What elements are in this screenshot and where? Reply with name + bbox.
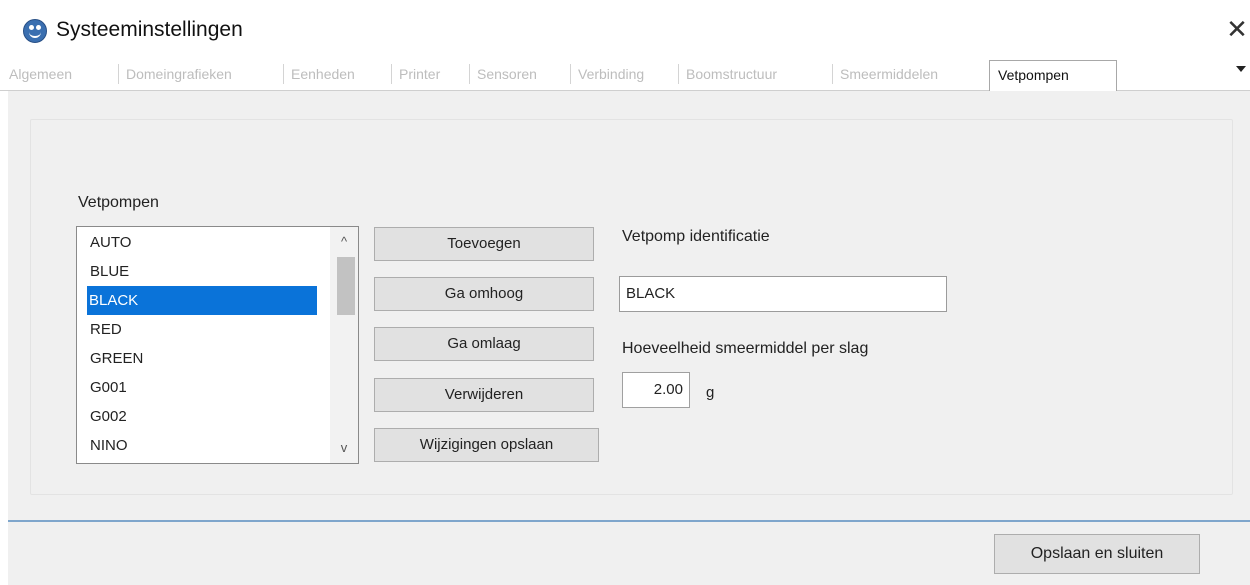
scroll-down-icon[interactable]: v [330, 435, 358, 461]
save-changes-button[interactable]: Wijzigingen opslaan [374, 428, 599, 462]
tab-overflow-dropdown-icon[interactable] [1236, 66, 1246, 72]
amount-input[interactable]: 2.00 [622, 372, 690, 408]
tab-eenheden[interactable]: Eenheden [289, 61, 357, 87]
tab-separator [391, 64, 392, 84]
delete-button[interactable]: Verwijderen [374, 378, 594, 412]
tab-vetpompen[interactable]: Vetpompen [989, 60, 1117, 91]
list-item[interactable]: RED [88, 315, 318, 344]
vetpompen-listbox[interactable]: AUTO BLUE BLACK RED GREEN G001 G002 NINO… [76, 226, 359, 464]
tab-domeingrafieken[interactable]: Domeingrafieken [124, 61, 234, 87]
amount-unit: g [706, 384, 715, 401]
id-input[interactable]: BLACK [619, 276, 947, 312]
tab-separator [832, 64, 833, 84]
tab-boomstructuur[interactable]: Boomstructuur [684, 61, 779, 87]
add-button[interactable]: Toevoegen [374, 227, 594, 261]
tab-sensoren[interactable]: Sensoren [475, 61, 539, 87]
scroll-up-icon[interactable]: ^ [330, 229, 358, 255]
app-logo-icon [23, 19, 47, 43]
list-item[interactable]: G002 [88, 402, 318, 431]
list-item[interactable]: AUTO [88, 228, 318, 257]
tab-separator [678, 64, 679, 84]
close-button[interactable]: ✕ [1224, 14, 1250, 44]
move-down-button[interactable]: Ga omlaag [374, 327, 594, 361]
tab-verbinding[interactable]: Verbinding [576, 61, 646, 87]
move-up-button[interactable]: Ga omhoog [374, 277, 594, 311]
list-item[interactable]: G001 [88, 373, 318, 402]
title-bar: Systeeminstellingen ✕ [0, 0, 1250, 60]
vetpompen-list-label: Vetpompen [78, 194, 159, 211]
list-item[interactable]: GREEN [88, 344, 318, 373]
list-item-selected[interactable]: BLACK [87, 286, 317, 315]
list-item[interactable]: BLUE [88, 257, 318, 286]
tab-separator [118, 64, 119, 84]
tab-smeermiddelen[interactable]: Smeermiddelen [838, 61, 940, 87]
tab-separator [570, 64, 571, 84]
window-title: Systeeminstellingen [56, 18, 243, 41]
amount-label: Hoeveelheid smeermiddel per slag [622, 340, 869, 357]
id-label: Vetpomp identificatie [622, 228, 770, 245]
save-and-close-button[interactable]: Opslaan en sluiten [994, 534, 1200, 574]
scroll-thumb[interactable] [337, 257, 355, 315]
list-scrollbar[interactable]: ^ v [330, 227, 358, 463]
tab-printer[interactable]: Printer [397, 61, 442, 87]
tab-separator [283, 64, 284, 84]
tab-separator [469, 64, 470, 84]
list-item[interactable]: NINO [88, 431, 318, 460]
tab-algemeen[interactable]: Algemeen [7, 61, 74, 87]
